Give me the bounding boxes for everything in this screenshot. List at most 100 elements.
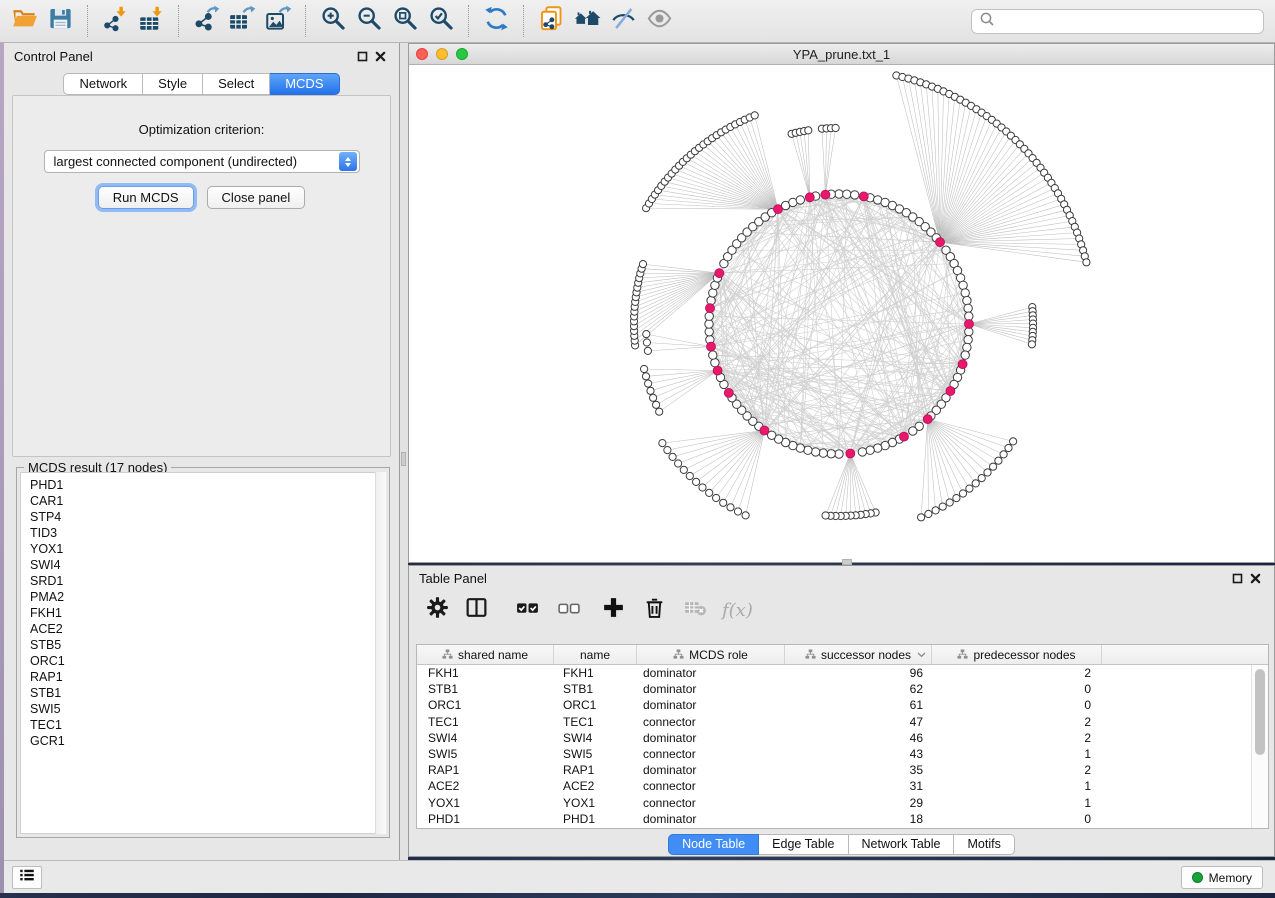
mcds-result-item[interactable]: PMA2 — [30, 589, 385, 605]
tab-edge-table[interactable]: Edge Table — [759, 834, 848, 855]
cell-MCDS-role: dominator — [637, 731, 785, 745]
search-input[interactable] — [995, 11, 1263, 31]
export-table-button[interactable] — [224, 2, 260, 40]
network-window-titlebar[interactable]: YPA_prune.txt_1 — [409, 44, 1274, 65]
table-scrollbar[interactable] — [1251, 665, 1268, 828]
tab-motifs[interactable]: Motifs — [954, 834, 1014, 855]
export-image-button[interactable] — [260, 2, 296, 40]
float-table-panel-icon[interactable] — [1228, 569, 1246, 587]
task-history-button[interactable] — [12, 866, 42, 889]
select-all-button[interactable] — [515, 595, 540, 625]
delete-column-button[interactable] — [642, 595, 667, 625]
memory-status-icon — [1192, 872, 1203, 883]
export-network-icon — [193, 5, 220, 37]
zoom-in-button[interactable] — [315, 2, 351, 40]
column-header-shared-name[interactable]: shared name — [417, 645, 554, 664]
import-network-icon — [102, 5, 129, 37]
close-window-icon[interactable] — [416, 48, 428, 60]
close-table-panel-icon[interactable] — [1246, 569, 1264, 587]
mcds-result-item[interactable]: STB5 — [30, 637, 385, 653]
mcds-result-item[interactable]: CAR1 — [30, 493, 385, 509]
mcds-result-item[interactable]: SWI4 — [30, 557, 385, 573]
mcds-result-item[interactable]: GCR1 — [30, 733, 385, 749]
apply-layout-button[interactable] — [478, 2, 514, 40]
tab-mcds[interactable]: MCDS — [270, 73, 339, 95]
mcds-result-list[interactable]: PHD1CAR1STP4TID3YOX1SWI4SRD1PMA2FKH1ACE2… — [20, 472, 386, 834]
criterion-dropdown[interactable]: largest connected component (undirected) — [44, 150, 360, 173]
table-toolbar: f(x) — [409, 590, 1274, 631]
tab-node-table[interactable]: Node Table — [668, 834, 759, 855]
mcds-result-item[interactable]: PHD1 — [30, 477, 385, 493]
mcds-result-item[interactable]: FKH1 — [30, 605, 385, 621]
mcds-result-item[interactable]: RAP1 — [30, 669, 385, 685]
table-row[interactable]: STB1STB1dominator620 — [417, 681, 1268, 697]
mcds-result-item[interactable]: SWI5 — [30, 701, 385, 717]
memory-button[interactable]: Memory — [1181, 866, 1263, 889]
close-panel-button[interactable]: Close panel — [207, 186, 306, 209]
node-table: shared namenameMCDS rolesuccessor nodesp… — [416, 644, 1269, 829]
table-settings-button[interactable] — [425, 595, 450, 625]
hide-selected-button[interactable] — [605, 2, 641, 40]
show-hidden-button[interactable] — [641, 2, 677, 40]
search-box[interactable] — [971, 9, 1264, 34]
function-builder-button[interactable]: f(x) — [722, 600, 753, 621]
table-row[interactable]: SWI4SWI4dominator462 — [417, 730, 1268, 746]
mcds-result-item[interactable]: ORC1 — [30, 653, 385, 669]
mcds-result-item[interactable]: TEC1 — [30, 717, 385, 733]
scrollbar-thumb[interactable] — [1255, 669, 1265, 755]
table-row[interactable]: FKH1FKH1dominator962 — [417, 665, 1268, 681]
cell-MCDS-role: dominator — [637, 666, 785, 680]
mcds-list-scrollbar[interactable] — [375, 472, 386, 834]
divider-grip[interactable] — [401, 452, 406, 466]
mcds-result-item[interactable]: STP4 — [30, 509, 385, 525]
table-row[interactable]: TEC1TEC1connector472 — [417, 714, 1268, 730]
zoom-selected-button[interactable] — [423, 2, 459, 40]
deselect-all-button[interactable] — [556, 595, 581, 625]
run-mcds-button[interactable]: Run MCDS — [98, 186, 194, 209]
zoom-out-button[interactable] — [351, 2, 387, 40]
mcds-result-item[interactable]: TID3 — [30, 525, 385, 541]
minimize-window-icon[interactable] — [436, 48, 448, 60]
tab-style[interactable]: Style — [143, 73, 203, 95]
table-row[interactable]: ACE2ACE2connector311 — [417, 778, 1268, 794]
open-session-button[interactable] — [6, 2, 42, 40]
tab-network-table[interactable]: Network Table — [849, 834, 955, 855]
clone-network-button[interactable] — [533, 2, 569, 40]
tab-select[interactable]: Select — [203, 73, 270, 95]
cell-successor-nodes: 61 — [785, 698, 932, 712]
panel-divider[interactable] — [400, 43, 408, 860]
table-row[interactable]: PHD1PHD1dominator180 — [417, 811, 1268, 827]
zoom-fit-button[interactable] — [387, 2, 423, 40]
column-header-predecessor-nodes[interactable]: predecessor nodes — [932, 645, 1102, 664]
network-canvas[interactable] — [409, 65, 1274, 562]
show-columns-button[interactable] — [464, 595, 489, 625]
add-column-button[interactable] — [601, 595, 626, 625]
delete-table-button[interactable] — [683, 595, 708, 625]
table-row[interactable]: SWI5SWI5connector431 — [417, 746, 1268, 762]
column-header-successor-nodes[interactable]: successor nodes — [785, 645, 932, 664]
mcds-result-item[interactable]: YOX1 — [30, 541, 385, 557]
table-panel-grip[interactable] — [842, 559, 852, 565]
toolbar-separator — [178, 5, 179, 37]
float-panel-icon[interactable] — [353, 47, 371, 65]
zoom-fit-icon — [392, 5, 419, 37]
close-panel-icon[interactable] — [371, 47, 389, 65]
tab-network[interactable]: Network — [63, 73, 143, 95]
save-session-button[interactable] — [42, 2, 78, 40]
column-header-MCDS-role[interactable]: MCDS role — [637, 645, 785, 664]
maximize-window-icon[interactable] — [456, 48, 468, 60]
import-network-button[interactable] — [97, 2, 133, 40]
table-row[interactable]: RAP1RAP1dominator352 — [417, 762, 1268, 778]
mcds-result-item[interactable]: ACE2 — [30, 621, 385, 637]
main-toolbar — [0, 0, 1275, 43]
column-header-name[interactable]: name — [554, 645, 637, 664]
mcds-result-item[interactable]: STB1 — [30, 685, 385, 701]
import-table-button[interactable] — [133, 2, 169, 40]
show-all-button[interactable] — [569, 2, 605, 40]
export-network-button[interactable] — [188, 2, 224, 40]
table-row[interactable]: ORC1ORC1dominator610 — [417, 697, 1268, 713]
zoom-in-icon — [320, 5, 347, 37]
table-row[interactable]: YOX1YOX1connector291 — [417, 795, 1268, 811]
gear-icon — [425, 595, 450, 625]
mcds-result-item[interactable]: SRD1 — [30, 573, 385, 589]
